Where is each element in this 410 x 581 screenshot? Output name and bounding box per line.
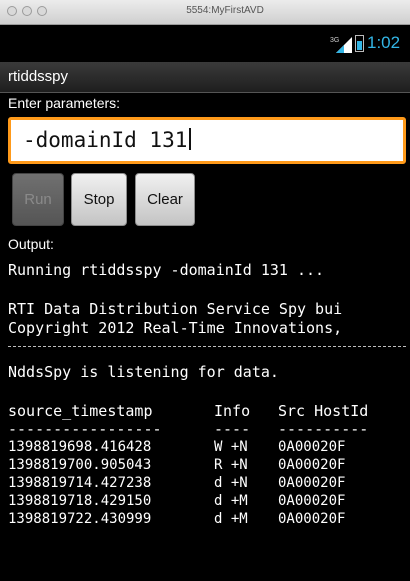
output-copyright-line: Copyright 2012 Real-Time Innovations, <box>8 319 343 337</box>
table-row: 1398819718.429150 d +M 0A00020F <box>8 493 406 513</box>
row-host: 0A00020F <box>278 457 346 473</box>
row-info: d +M <box>214 493 248 509</box>
separator-timestamp: ----------------- <box>8 420 162 438</box>
parameters-input-value: -domainId 131 <box>23 128 188 152</box>
app-title-bar: rtiddsspy <box>0 62 410 93</box>
run-button[interactable]: Run <box>12 173 64 226</box>
text-cursor <box>189 128 192 150</box>
output-console[interactable]: Running rtiddsspy -domainId 131 ... RTI … <box>8 260 406 580</box>
output-label: Output: <box>8 236 54 252</box>
row-info: d +N <box>214 475 248 491</box>
network-type-label: 3G <box>330 37 339 44</box>
window-title: 5554:MyFirstAVD <box>186 5 264 16</box>
parameters-input[interactable]: -domainId 131 <box>8 117 406 164</box>
clear-button[interactable]: Clear <box>135 173 195 226</box>
emulator-window-titlebar: 5554:MyFirstAVD <box>0 0 410 25</box>
row-info: W +N <box>214 439 248 455</box>
row-host: 0A00020F <box>278 493 346 509</box>
parameters-label: Enter parameters: <box>8 95 121 111</box>
stop-button[interactable]: Stop <box>71 173 127 226</box>
table-row: 1398819700.905043 R +N 0A00020F <box>8 457 406 477</box>
column-header-host: Src HostId <box>278 402 369 420</box>
column-header-info: Info <box>214 402 251 420</box>
signal-icon: 3G <box>330 37 352 53</box>
app-title: rtiddsspy <box>8 68 69 85</box>
output-divider <box>8 346 406 347</box>
emulator-screen: 5554:MyFirstAVD 3G 1:02 rtiddsspy Enter … <box>0 0 410 581</box>
table-row: 1398819722.430999 d +M 0A00020F <box>8 511 406 531</box>
row-timestamp: 1398819714.427238 <box>8 475 152 491</box>
separator-host: ---------- <box>278 420 369 438</box>
row-host: 0A00020F <box>278 439 346 455</box>
separator-info: ---- <box>214 420 251 438</box>
table-row: 1398819714.427238 d +N 0A00020F <box>8 475 406 495</box>
row-host: 0A00020F <box>278 475 346 491</box>
column-header-timestamp: source_timestamp <box>8 402 153 420</box>
row-timestamp: 1398819718.429150 <box>8 493 152 509</box>
row-host: 0A00020F <box>278 511 346 527</box>
output-banner-line: RTI Data Distribution Service Spy bui <box>8 300 343 318</box>
row-info: R +N <box>214 457 248 473</box>
row-timestamp: 1398819700.905043 <box>8 457 152 473</box>
row-info: d +M <box>214 511 248 527</box>
row-timestamp: 1398819698.416428 <box>8 439 152 455</box>
output-running-line: Running rtiddsspy -domainId 131 ... <box>8 261 325 279</box>
output-listening-line: NddsSpy is listening for data. <box>8 363 279 381</box>
battery-icon <box>355 35 364 52</box>
android-status-bar: 3G 1:02 <box>0 25 410 62</box>
table-row: 1398819698.416428 W +N 0A00020F <box>8 439 406 459</box>
status-clock: 1:02 <box>367 33 401 52</box>
row-timestamp: 1398819722.430999 <box>8 511 152 527</box>
